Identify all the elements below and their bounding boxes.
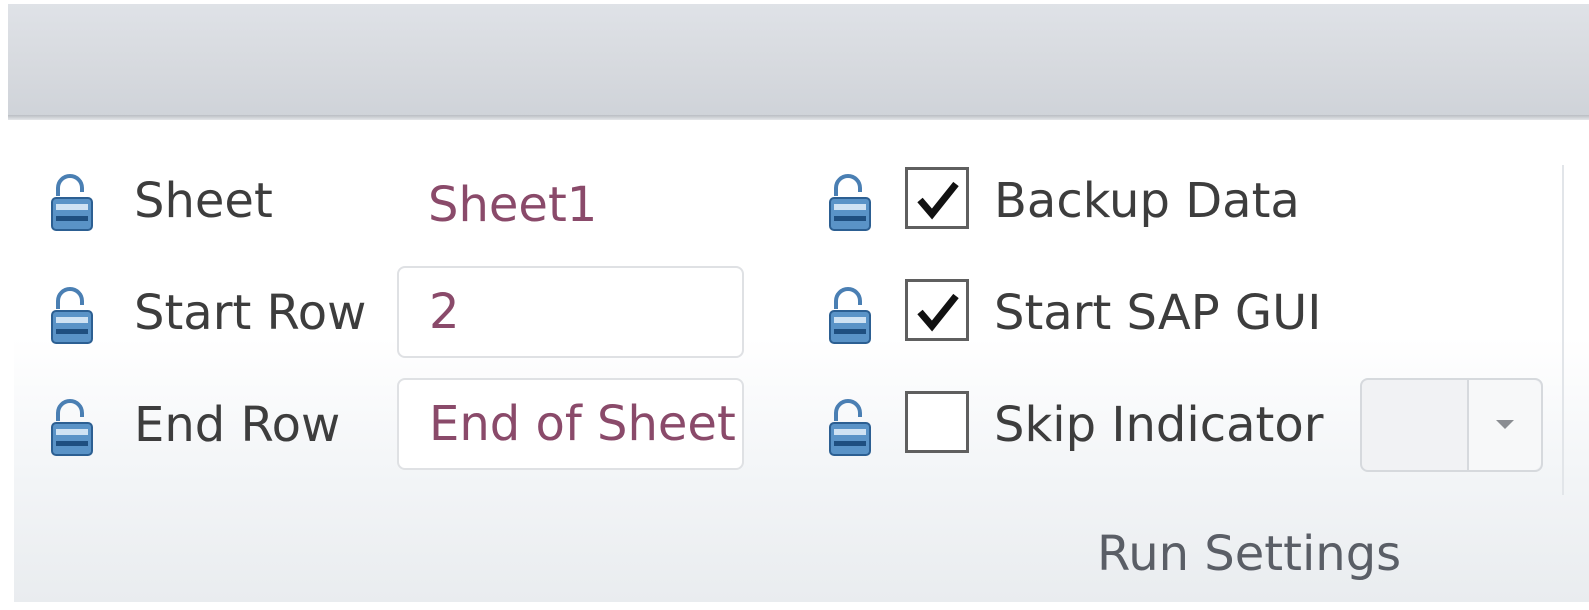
dropdown-button[interactable] xyxy=(1467,380,1541,470)
backup-data-checkbox[interactable] xyxy=(905,167,969,229)
ribbon-panel: Sheet Sheet1 Start Row 2 End Row End of … xyxy=(0,0,1589,610)
skip-indicator-label: Skip Indicator xyxy=(994,397,1324,453)
start-row-input[interactable]: 2 xyxy=(397,266,744,358)
check-icon xyxy=(917,181,959,220)
end-row-value: End of Sheet xyxy=(429,396,736,452)
start-row-value: 2 xyxy=(429,284,460,340)
unlock-icon[interactable] xyxy=(48,399,98,459)
sheet-value[interactable]: Sheet1 xyxy=(428,175,597,235)
unlock-icon[interactable] xyxy=(48,287,98,347)
start-row-label: Start Row xyxy=(134,285,367,341)
unlock-icon[interactable] xyxy=(826,399,876,459)
skip-indicator-checkbox[interactable] xyxy=(905,391,969,453)
sheet-label: Sheet xyxy=(134,173,273,229)
backup-data-label: Backup Data xyxy=(994,173,1300,229)
unlock-icon[interactable] xyxy=(826,174,876,234)
unlock-icon[interactable] xyxy=(826,287,876,347)
end-row-input[interactable]: End of Sheet xyxy=(397,378,744,470)
unlock-icon[interactable] xyxy=(48,174,98,234)
start-sap-gui-label: Start SAP GUI xyxy=(994,285,1322,341)
skip-indicator-select[interactable] xyxy=(1360,378,1543,472)
group-caption: Run Settings xyxy=(1097,526,1402,582)
chevron-down-icon xyxy=(1496,420,1514,429)
ribbon-divider xyxy=(8,115,1589,120)
end-row-label: End Row xyxy=(134,397,341,453)
group-separator xyxy=(1562,165,1564,495)
check-icon xyxy=(917,293,959,332)
start-sap-gui-checkbox[interactable] xyxy=(905,279,969,341)
ribbon-header-bar xyxy=(8,4,1589,117)
